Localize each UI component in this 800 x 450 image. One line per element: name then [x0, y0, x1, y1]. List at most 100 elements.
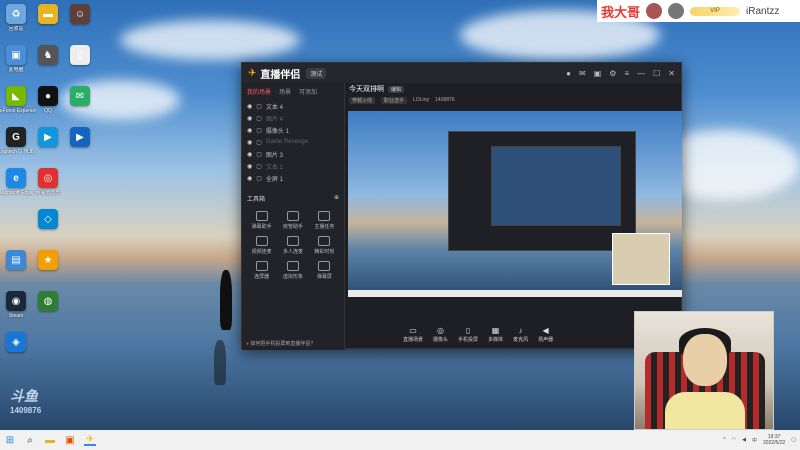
multimedia-button[interactable]: ▦ 多媒体: [488, 326, 503, 343]
gift-icon[interactable]: ▣: [594, 69, 602, 78]
desktop-shortcut[interactable]: ◇: [28, 209, 68, 231]
tip-text: 如何把手机投屏到直播伴侣?: [250, 341, 314, 347]
tool-highlight[interactable]: 精彩时刻: [309, 236, 340, 255]
toolbox-more-icon[interactable]: ⊕: [334, 194, 339, 203]
doc-icon: ▯: [70, 45, 90, 65]
ime-indicator[interactable]: 中: [752, 437, 757, 444]
speaker-button[interactable]: ◀ 扬声器: [538, 326, 553, 343]
source-type-icon: ▢: [256, 115, 262, 122]
monitor-icon: ▭: [409, 325, 417, 335]
maximize-icon[interactable]: ☐: [653, 69, 660, 78]
app-title: 直播伴侣: [260, 69, 301, 81]
minimize-icon[interactable]: —: [637, 69, 645, 78]
message-icon[interactable]: ✉: [579, 69, 586, 78]
admin-icon: [286, 211, 299, 221]
source-item[interactable]: ◉ ▢ 摄像头 1: [242, 124, 344, 136]
desktop-shortcut[interactable]: ✉: [60, 86, 100, 108]
search-icon[interactable]: ⌕: [24, 434, 36, 446]
clock[interactable]: 19:37 2022/5/22: [763, 434, 785, 446]
logitech-icon: G: [6, 127, 26, 147]
desktop-shortcut[interactable]: ★: [28, 250, 68, 272]
earth-icon: ◍: [38, 291, 58, 311]
tool-avatar[interactable]: 虚拟形象: [277, 261, 308, 280]
scene-subinfo: 穿越火线 职业选手 LOLmy 1409876: [345, 95, 681, 105]
speaker-icon: ◀: [542, 325, 549, 335]
notification-icon[interactable]: ▢: [791, 437, 796, 443]
visibility-eye-icon[interactable]: ◉: [247, 115, 252, 122]
stream-preview[interactable]: [348, 111, 682, 297]
tool-admin[interactable]: 房管助手: [277, 211, 308, 230]
overlay-avatar: [668, 3, 685, 19]
media-icon: ▶: [70, 127, 90, 147]
visibility-eye-icon[interactable]: ◉: [247, 175, 252, 182]
network-icon[interactable]: ◠: [732, 437, 736, 443]
desktop-shortcut[interactable]: ▶: [60, 127, 100, 149]
start-icon[interactable]: ⊞: [4, 434, 16, 446]
tool-video-link[interactable]: 视频连麦: [246, 236, 277, 255]
monitor-button[interactable]: ▭ 直播场景: [403, 326, 423, 343]
taskbar-app-icon[interactable]: ▣: [64, 434, 76, 446]
tip-bar[interactable]: ● 如何把手机投屏到直播伴侣?: [242, 340, 345, 347]
visibility-eye-icon[interactable]: ◉: [247, 139, 252, 146]
toolbar-label: 摄像头: [433, 336, 449, 343]
tool-screen[interactable]: 连屏器: [246, 261, 277, 280]
app-version-tag[interactable]: 测试: [306, 67, 327, 79]
app-titlebar[interactable]: ✈ 直播伴侣 测试 ● ✉ ▣ ⚙ ≡ — ☐ ✕: [242, 63, 681, 83]
menu-icon[interactable]: ≡: [624, 69, 629, 78]
tool-label: 弹幕屏: [316, 274, 332, 280]
settings-icon[interactable]: ⚙: [609, 69, 616, 78]
qq-icon: ●: [38, 86, 58, 106]
desktop-shortcut-label: Logitech G HUB: [0, 149, 35, 155]
preview-webcam: [612, 233, 670, 285]
toolbar-label: 扬声器: [538, 336, 554, 343]
visibility-eye-icon[interactable]: ◉: [247, 127, 252, 134]
tool-multi-link[interactable]: 多人连麦: [277, 236, 308, 255]
visibility-eye-icon[interactable]: ◉: [247, 151, 252, 158]
source-item[interactable]: ◉ ▢ 全屏 1: [242, 172, 344, 184]
source-item[interactable]: ◉ ▢ 文本 1: [242, 160, 344, 172]
character-icon: ☺: [70, 4, 90, 24]
tool-label: 虚拟形象: [282, 274, 303, 280]
tray-arrow-icon[interactable]: ^: [723, 437, 725, 443]
tool-task[interactable]: 主播任务: [309, 211, 340, 230]
tool-label: 精彩时刻: [314, 249, 335, 255]
multimedia-icon: ▦: [491, 325, 500, 335]
desktop-shortcut[interactable]: ▯: [60, 45, 100, 67]
desktop-shortcut[interactable]: ◈: [0, 332, 36, 354]
video-link-icon: [255, 236, 268, 246]
scene-edit-tag[interactable]: 编辑: [388, 85, 405, 93]
watermark-logo: 斗鱼: [10, 388, 38, 404]
desktop-shortcut[interactable]: ◎ 网易云音乐: [28, 168, 68, 196]
visibility-eye-icon[interactable]: ◉: [247, 103, 252, 110]
tool-label: 弹幕助手: [251, 224, 272, 230]
source-item[interactable]: ◉ ▢ 文本 4: [242, 100, 344, 112]
source-item[interactable]: ◉ ▢ Game Revenge: [242, 136, 344, 148]
scene-info-chip: 职业选手: [381, 96, 408, 104]
douyu-watermark: 斗鱼 1409876: [10, 386, 41, 415]
tool-danmaku-screen[interactable]: 弹幕屏: [309, 261, 340, 280]
camera-button[interactable]: ◎ 摄像头: [433, 326, 448, 343]
tab-scene[interactable]: 我的场景: [247, 87, 271, 96]
toolbar-label: 直播场景: [403, 336, 424, 343]
tool-danmaku[interactable]: 弹幕助手: [246, 211, 277, 230]
runner-reflection: [214, 340, 226, 385]
phone-cast-icon: ▯: [465, 325, 471, 335]
scene-header: 今天双排啊 编辑: [345, 83, 681, 95]
source-item[interactable]: ◉ ▢ 图片 4: [242, 112, 344, 124]
desktop-shortcut[interactable]: ☺: [60, 4, 100, 26]
phone-cast-button[interactable]: ▯ 手机投屏: [458, 326, 478, 343]
tab-scene[interactable]: 场景: [279, 87, 291, 96]
preview-nested-window: [448, 131, 636, 251]
tab-scene[interactable]: 可添加: [299, 87, 317, 96]
visibility-eye-icon[interactable]: ◉: [247, 163, 252, 170]
danmaku-icon: [255, 211, 268, 221]
system-tray: ^ ◠ ◀ 中 19:37 2022/5/22 ▢: [723, 434, 796, 446]
close-icon[interactable]: ✕: [668, 69, 675, 78]
source-item[interactable]: ◉ ▢ 图片 3: [242, 148, 344, 160]
mic-button[interactable]: ♪ 麦克风: [513, 326, 528, 343]
user-avatar-icon[interactable]: ●: [566, 69, 571, 78]
desktop-shortcut[interactable]: ◍: [28, 291, 68, 313]
volume-icon[interactable]: ◀: [742, 437, 746, 443]
file-explorer-icon[interactable]: ▬: [44, 434, 56, 446]
taskbar-live-companion-icon[interactable]: ✈: [84, 434, 96, 446]
